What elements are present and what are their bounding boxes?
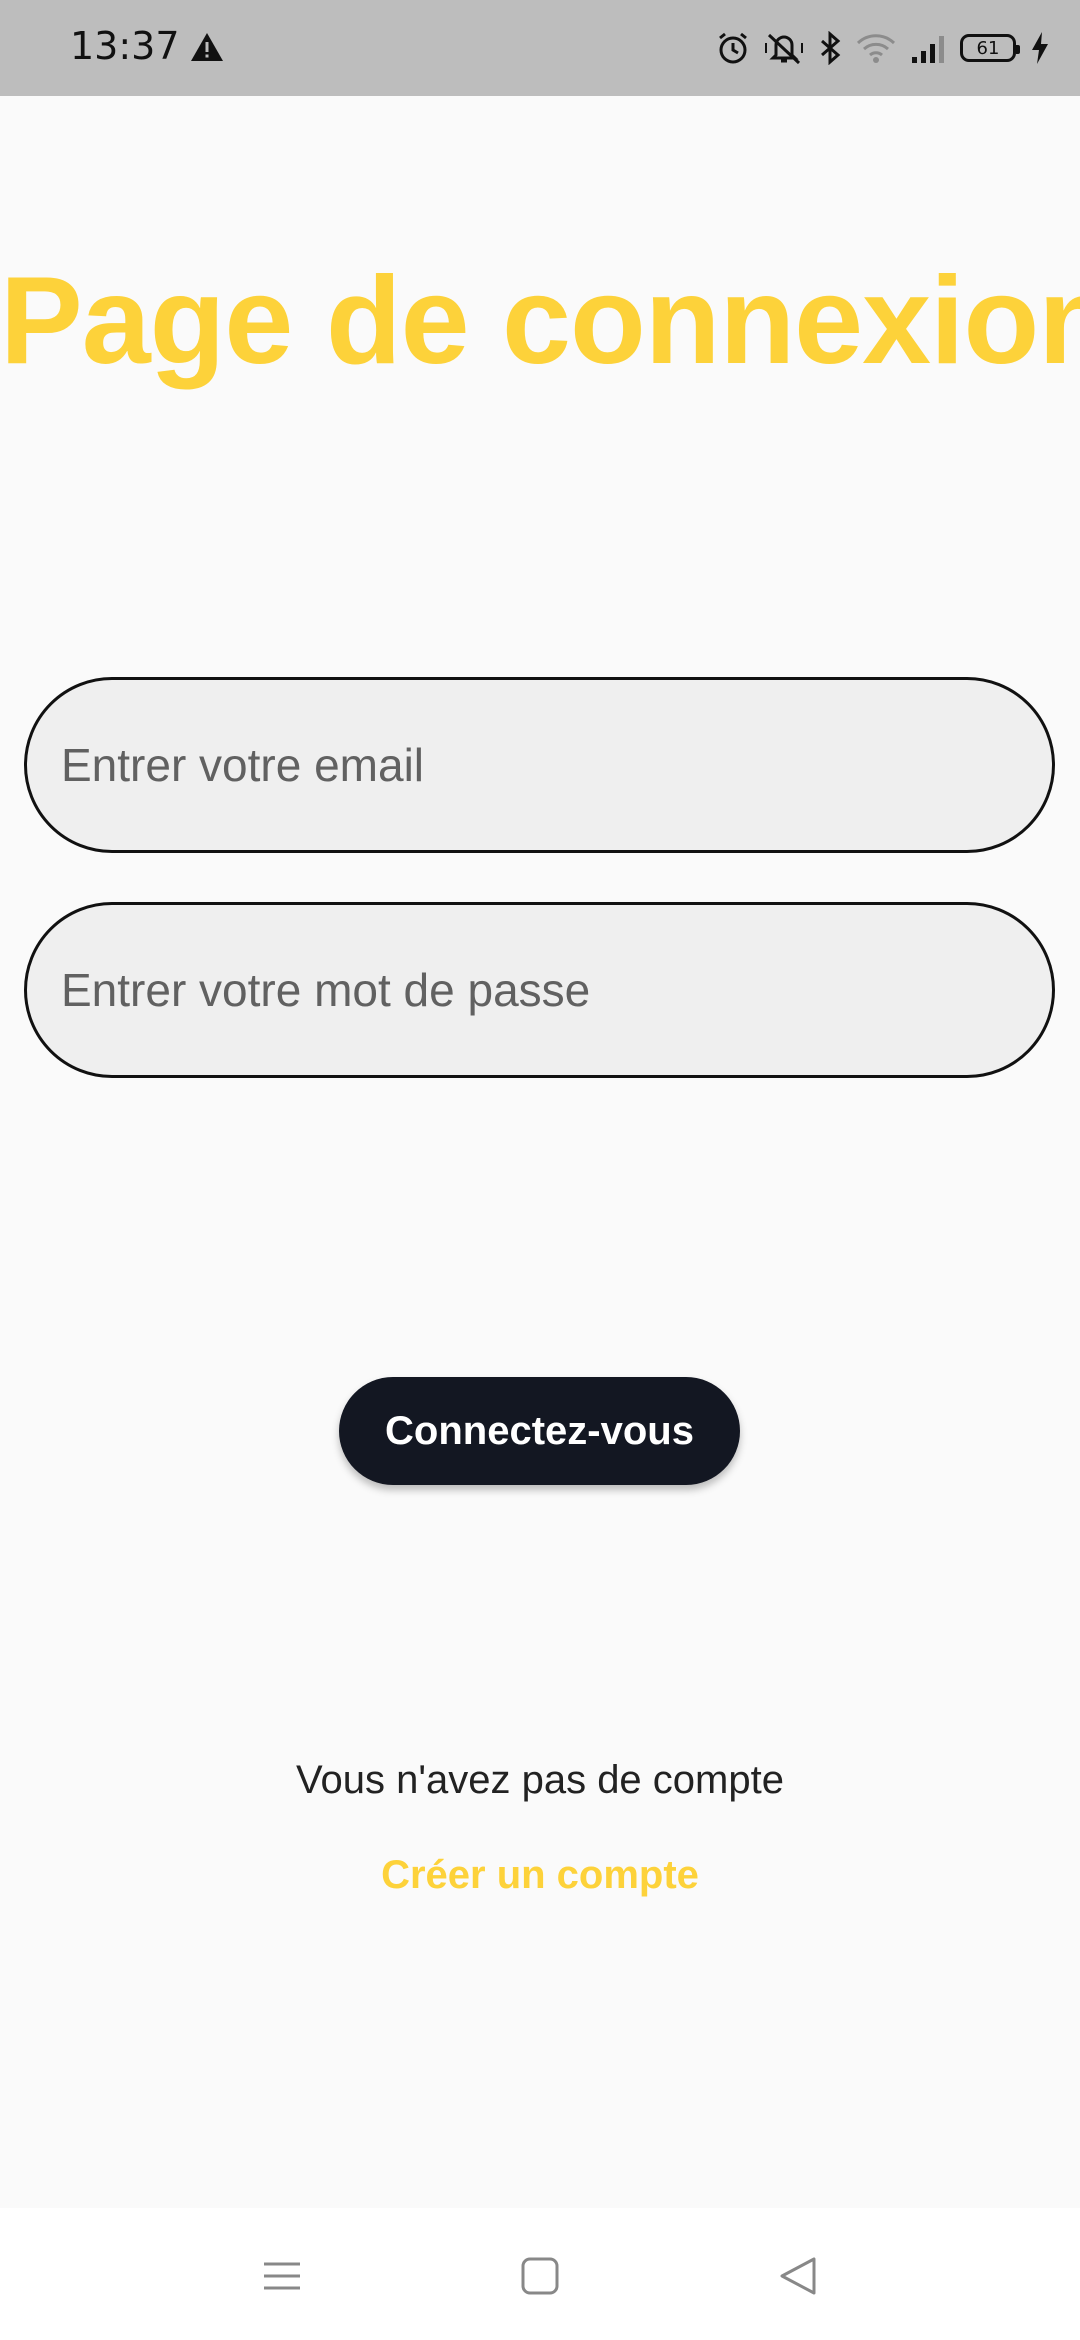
warning-icon (191, 33, 223, 61)
menu-icon (264, 2262, 300, 2290)
battery-level: 61 (976, 37, 1000, 59)
battery-icon: 61 (960, 34, 1020, 62)
signal-icon (912, 36, 944, 63)
home-button[interactable] (510, 2246, 570, 2306)
email-input[interactable] (24, 677, 1055, 853)
charging-icon (1032, 32, 1048, 64)
recent-apps-button[interactable] (252, 2246, 312, 2306)
status-time: 13:37 (70, 24, 180, 68)
password-input[interactable] (24, 902, 1055, 1078)
back-icon (780, 2257, 816, 2295)
page-title: Page de connexion (0, 252, 1080, 390)
create-account-link[interactable]: Créer un compte (0, 1853, 1080, 1898)
alarm-icon (719, 32, 747, 64)
home-icon (521, 2257, 559, 2295)
no-account-text: Vous n'avez pas de compte (296, 1758, 784, 1802)
status-icons: 61 (716, 28, 1050, 68)
login-button[interactable]: Connectez-vous (339, 1377, 740, 1485)
back-button[interactable] (768, 2246, 828, 2306)
vibrate-icon (765, 33, 803, 65)
bluetooth-icon (821, 31, 841, 65)
navigation-bar (0, 2208, 1080, 2340)
login-screen: 13:37 61 Page de connexion Entrer votre … (0, 0, 1080, 2340)
status-bar: 13:37 61 (0, 0, 1080, 96)
wifi-icon (856, 34, 896, 63)
